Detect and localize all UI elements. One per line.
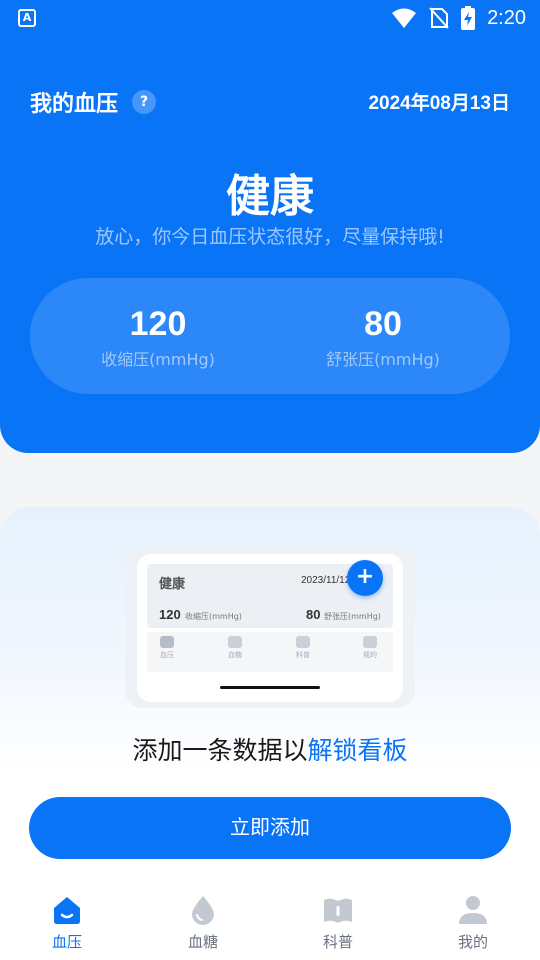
title-row: 我的血压 ? 2024年08月13日: [30, 86, 510, 117]
systolic-value: 120: [129, 305, 187, 343]
preview-home-indicator: [220, 686, 320, 689]
drop-icon: [192, 896, 214, 925]
nav-item-science[interactable]: 科普: [293, 893, 383, 952]
diastolic-value: 80: [364, 305, 402, 343]
preview-tab-bar: 血压 血糖 科普 我的: [147, 632, 393, 672]
page-title: 我的血压: [30, 92, 119, 117]
unlock-headline-prefix: 添加一条数据以: [132, 736, 308, 765]
hero-panel: A 2:20 我的血压 ? 2024年08月13日 健康 放心，你今日血压状态很…: [0, 0, 540, 453]
health-status-description: 放心，你今日血压状态很好，尽量保持哦!: [95, 226, 445, 248]
preview-book-icon: [296, 636, 310, 648]
nav-label-blood-pressure: 血压: [51, 933, 82, 951]
preview-tab-mine: 我的: [350, 636, 390, 660]
preview-title: 健康: [159, 577, 186, 592]
preview-add-icon: +: [347, 560, 383, 596]
nav-label-blood-sugar: 血糖: [187, 933, 218, 951]
bottom-navigation: 血压 血糖 科普 我的: [0, 887, 540, 960]
diastolic-label: 舒张压(mmHg): [326, 350, 440, 369]
nav-item-mine[interactable]: 我的: [428, 893, 518, 952]
nav-item-blood-sugar[interactable]: 血糖: [158, 893, 248, 952]
person-icon: [459, 896, 487, 924]
battery-charging-icon: [461, 6, 476, 30]
preview-drop-icon: [228, 636, 242, 648]
nav-item-blood-pressure[interactable]: 血压: [22, 893, 112, 952]
preview-tab-blood-sugar: 血糖: [215, 636, 255, 660]
wifi-icon: [392, 8, 417, 28]
nav-label-science: 科普: [322, 933, 353, 951]
unlock-headline-highlight: 解锁看板: [307, 736, 408, 765]
preview-tab-blood-pressure: 血压: [147, 636, 187, 660]
blood-pressure-summary: 120 收缩压(mmHg) 80 舒张压(mmHg): [30, 278, 510, 394]
status-time: 2:20: [487, 6, 526, 29]
health-status: 健康: [226, 171, 314, 222]
dashboard-preview-image: 健康 2023/11/12 120 收缩压(mmHg) 80 舒张压(mmHg)…: [125, 546, 415, 708]
preview-diastolic-value: 80: [306, 607, 321, 622]
help-icon[interactable]: ?: [132, 90, 156, 114]
preview-date: 2023/11/12: [301, 575, 351, 586]
book-icon: [324, 898, 352, 923]
preview-person-icon: [363, 636, 377, 648]
status-icons: 2:20: [391, 5, 526, 31]
home-icon: [54, 897, 80, 924]
current-date: 2024年08月13日: [368, 93, 510, 114]
add-now-button[interactable]: 立即添加: [29, 797, 511, 859]
preview-tab-science: 科普: [283, 636, 323, 660]
preview-systolic-value: 120: [159, 607, 181, 622]
systolic-label: 收缩压(mmHg): [101, 350, 215, 369]
preview-systolic-label: 收缩压(mmHg): [185, 612, 242, 621]
unlock-headline: 添加一条数据以解锁看板: [0, 731, 540, 767]
no-sim-icon: [429, 7, 449, 29]
systolic-block: 120 收缩压(mmHg): [58, 304, 258, 370]
preview-diastolic-label: 舒张压(mmHg): [324, 612, 381, 621]
app-notification-icon: A: [18, 9, 36, 27]
unlock-dashboard-card: 健康 2023/11/12 120 收缩压(mmHg) 80 舒张压(mmHg)…: [0, 507, 540, 887]
nav-label-mine: 我的: [457, 933, 488, 951]
preview-home-icon: [160, 636, 174, 648]
status-bar: A 2:20: [0, 0, 540, 36]
diastolic-block: 80 舒张压(mmHg): [283, 304, 483, 370]
